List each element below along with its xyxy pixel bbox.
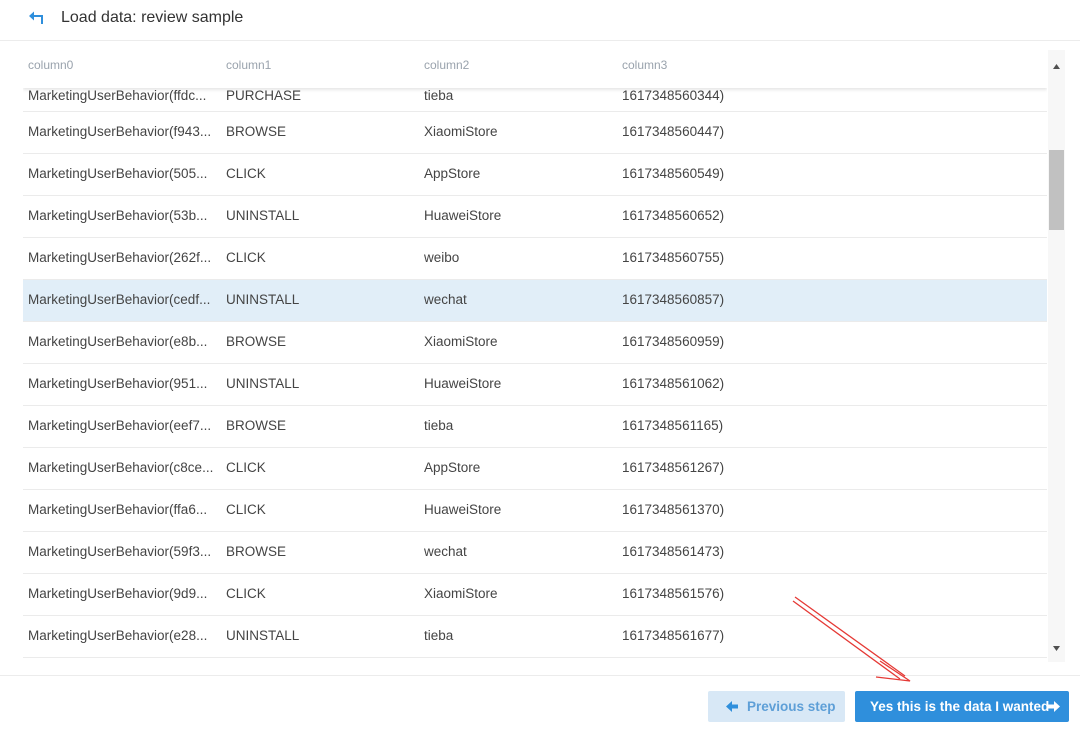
cell-column2: tieba xyxy=(424,88,454,103)
cell-column2: XiaomiStore xyxy=(424,124,498,139)
page-title: Load data: review sample xyxy=(61,9,244,26)
cell-column2: tieba xyxy=(424,628,454,643)
cell-column1: CLICK xyxy=(226,166,266,181)
cell-column2: HuaweiStore xyxy=(424,376,502,391)
cell-column2: XiaomiStore xyxy=(424,586,498,601)
cell-column1: CLICK xyxy=(226,460,266,475)
table-row[interactable]: MarketingUserBehavior(cedf... UNINSTALL we… xyxy=(23,280,1047,322)
cell-column2: HuaweiStore xyxy=(424,208,502,223)
cell-column1: BROWSE xyxy=(226,418,287,433)
cell-column3: 1617348560959) xyxy=(622,334,725,349)
cell-column1: UNINSTALL xyxy=(226,292,300,307)
cell-column3: 1617348561165) xyxy=(622,418,724,433)
cell-column0: MarketingUserBehavior(ffdc... xyxy=(28,88,207,103)
table-body: MarketingUserBehavior(ffdc... PURCHASE tie… xyxy=(23,87,1047,658)
page-header: Load data: review sample xyxy=(0,0,1080,41)
cell-column1: CLICK xyxy=(226,586,266,601)
cell-column0: MarketingUserBehavior(505... xyxy=(28,166,208,181)
previous-step-button[interactable]: Previous step xyxy=(708,691,845,722)
cell-column1: BROWSE xyxy=(226,124,287,139)
column-header-2[interactable]: column2 xyxy=(424,58,469,72)
footer-bar: Previous step Yes this is the data I wan… xyxy=(0,675,1080,731)
cell-column1: BROWSE xyxy=(226,334,287,349)
table-row[interactable]: MarketingUserBehavior(59f3... BROWSE wecha… xyxy=(23,532,1047,574)
arrow-right-icon xyxy=(1048,701,1060,712)
cell-column1: UNINSTALL xyxy=(226,628,300,643)
data-preview-table: column0 column1 column2 column3 Marketin… xyxy=(23,50,1047,662)
cell-column0: MarketingUserBehavior(e8b... xyxy=(28,334,208,349)
cell-column3: 1617348561370) xyxy=(622,502,725,517)
triangle-down-icon[interactable] xyxy=(1048,640,1065,657)
column-header-0[interactable]: column0 xyxy=(28,58,218,72)
table-row[interactable]: MarketingUserBehavior(c8ce... CLICK AppSto… xyxy=(23,448,1047,490)
column-header-1[interactable]: column1 xyxy=(226,58,271,72)
cell-column3: 1617348561473) xyxy=(622,544,725,559)
confirm-data-button[interactable]: Yes this is the data I wanted xyxy=(855,691,1069,722)
cell-column3: 1617348560755) xyxy=(622,250,725,265)
table-row[interactable]: MarketingUserBehavior(f943... BROWSE Xiaom… xyxy=(23,112,1047,154)
cell-column0: MarketingUserBehavior(53b... xyxy=(28,208,208,223)
table-row[interactable]: MarketingUserBehavior(505... CLICK AppStor… xyxy=(23,154,1047,196)
cell-column3: 1617348560857) xyxy=(622,292,725,307)
cell-column0: MarketingUserBehavior(e28... xyxy=(28,628,208,643)
cell-column3: 1617348560652) xyxy=(622,208,725,223)
cell-column2: weibo xyxy=(424,250,460,265)
cell-column0: MarketingUserBehavior(f943... xyxy=(28,124,212,139)
cell-column1: PURCHASE xyxy=(226,88,302,103)
cell-column1: CLICK xyxy=(226,250,266,265)
table-row[interactable]: MarketingUserBehavior(262f... CLICK weibo 1… xyxy=(23,238,1047,280)
cell-column3: 1617348561576) xyxy=(622,586,725,601)
cell-column0: MarketingUserBehavior(9d9... xyxy=(28,586,208,601)
scrollbar-thumb[interactable] xyxy=(1049,150,1064,230)
table-row[interactable]: MarketingUserBehavior(e8b... BROWSE Xiaomi… xyxy=(23,322,1047,364)
vertical-scrollbar[interactable] xyxy=(1048,50,1065,662)
cell-column0: MarketingUserBehavior(951... xyxy=(28,376,208,391)
column-header-3[interactable]: column3 xyxy=(622,58,667,72)
cell-column0: MarketingUserBehavior(eef7... xyxy=(28,418,212,433)
cell-column3: 1617348561267) xyxy=(622,460,725,475)
confirm-data-label: Yes this is the data I wanted xyxy=(870,699,1050,714)
previous-step-label: Previous step xyxy=(747,699,836,714)
cell-column1: UNINSTALL xyxy=(226,376,300,391)
triangle-up-icon[interactable] xyxy=(1048,58,1065,75)
cell-column0: MarketingUserBehavior(ffa6... xyxy=(28,502,208,517)
cell-column2: tieba xyxy=(424,418,454,433)
cell-column3: 1617348561677) xyxy=(622,628,725,643)
cell-column2: AppStore xyxy=(424,166,481,181)
back-arrow-icon[interactable] xyxy=(28,8,48,28)
cell-column0: MarketingUserBehavior(262f... xyxy=(28,250,212,265)
table-row[interactable]: MarketingUserBehavior(e28... UNINSTALL tie… xyxy=(23,616,1047,658)
cell-column2: HuaweiStore xyxy=(424,502,502,517)
cell-column2: wechat xyxy=(424,292,467,307)
cell-column3: 1617348560549) xyxy=(622,166,725,181)
cell-column1: BROWSE xyxy=(226,544,287,559)
table-row[interactable]: MarketingUserBehavior(951... UNINSTALL Hua… xyxy=(23,364,1047,406)
table-row[interactable]: MarketingUserBehavior(ffdc... PURCHASE tie… xyxy=(23,87,1047,112)
cell-column0: MarketingUserBehavior(cedf... xyxy=(28,292,211,307)
cell-column1: UNINSTALL xyxy=(226,208,300,223)
cell-column2: AppStore xyxy=(424,460,481,475)
cell-column1: CLICK xyxy=(226,502,266,517)
cell-column3: 1617348561062) xyxy=(622,376,725,391)
cell-column3: 1617348560447) xyxy=(622,124,725,139)
table-row[interactable]: MarketingUserBehavior(ffa6... CLICK Huawei… xyxy=(23,490,1047,532)
cell-column2: wechat xyxy=(424,544,467,559)
cell-column2: XiaomiStore xyxy=(424,334,498,349)
table-row[interactable]: MarketingUserBehavior(9d9... CLICK XiaomiS… xyxy=(23,574,1047,616)
table-header: column0 column1 column2 column3 xyxy=(23,50,1047,88)
cell-column0: MarketingUserBehavior(c8ce... xyxy=(28,460,214,475)
arrow-left-icon xyxy=(726,701,738,712)
table-row[interactable]: MarketingUserBehavior(eef7... BROWSE tieba… xyxy=(23,406,1047,448)
table-row[interactable]: MarketingUserBehavior(53b... UNINSTALL Hua… xyxy=(23,196,1047,238)
cell-column3: 1617348560344) xyxy=(622,88,725,103)
cell-column0: MarketingUserBehavior(59f3... xyxy=(28,544,212,559)
